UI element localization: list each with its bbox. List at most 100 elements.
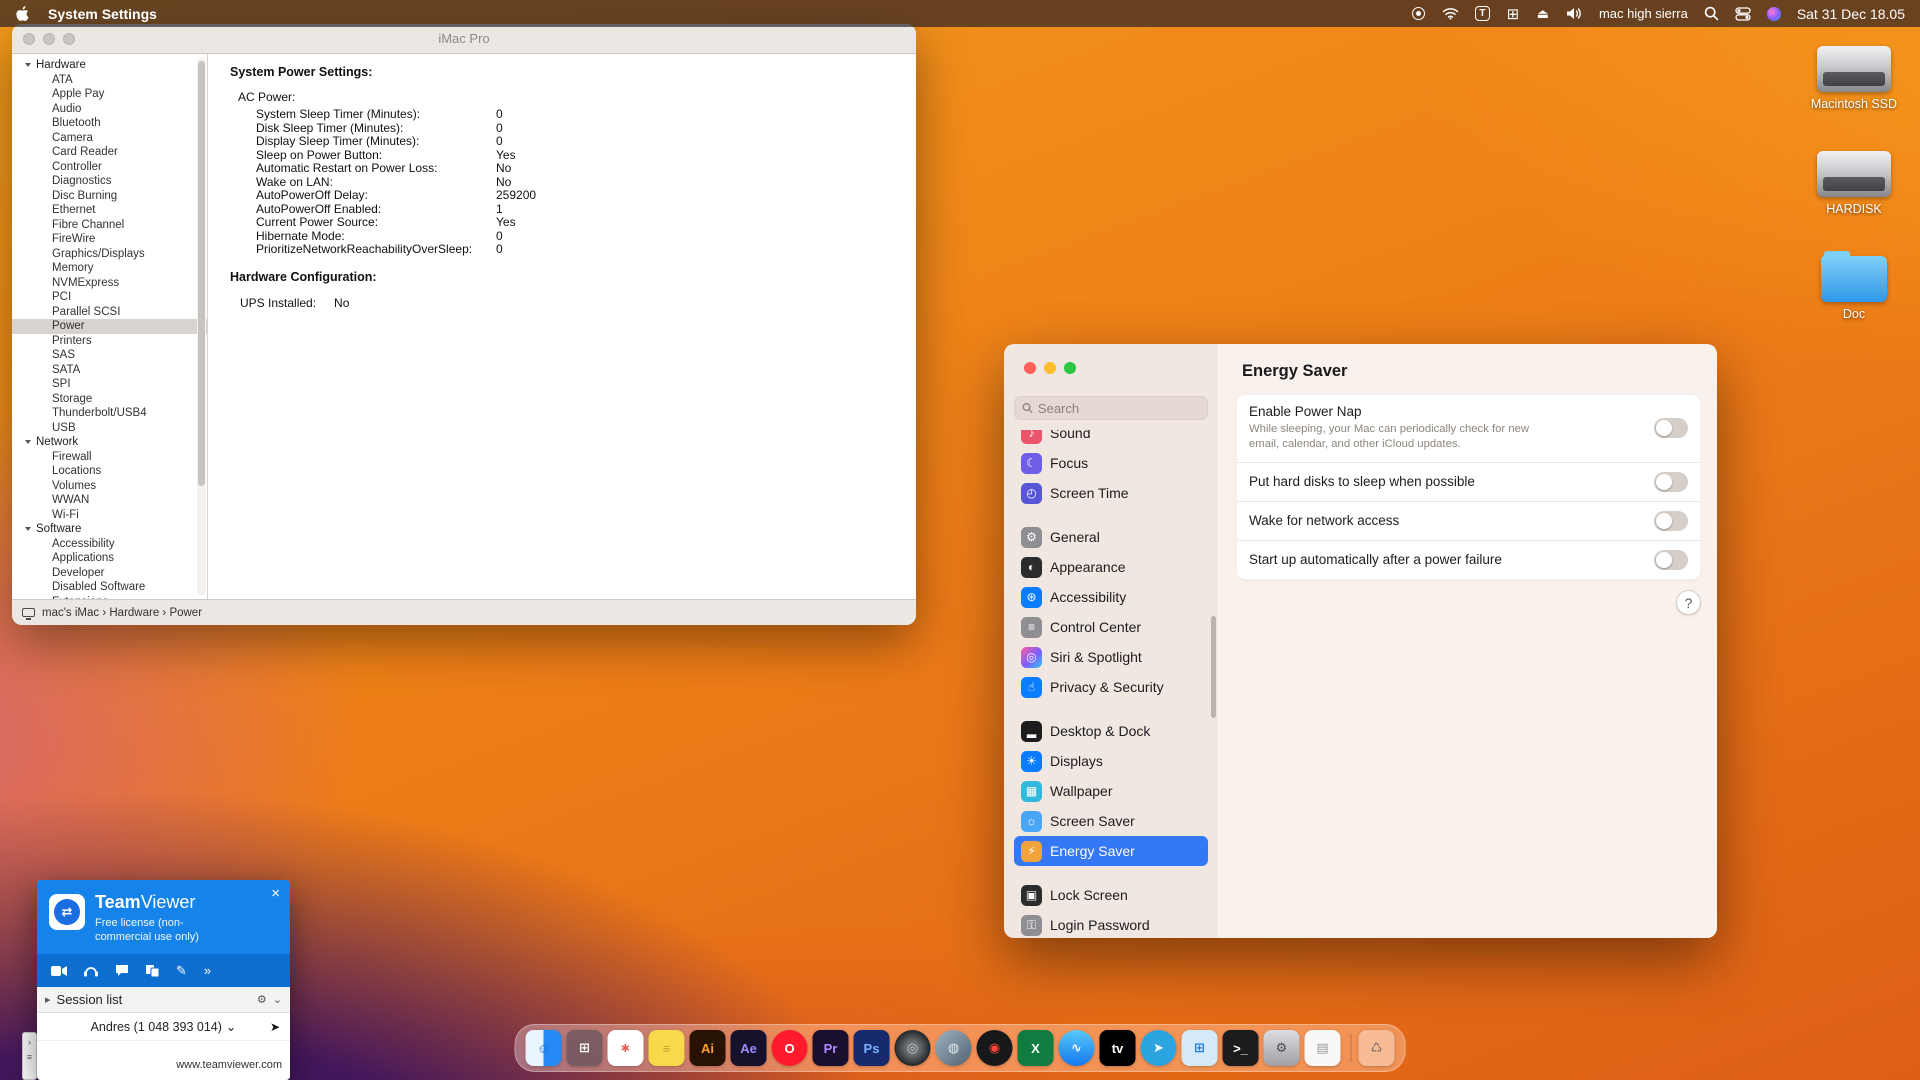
dock-icon[interactable]: >_ (1223, 1030, 1259, 1066)
toggle-switch[interactable] (1654, 550, 1688, 570)
eject-icon[interactable]: ⏏ (1536, 6, 1550, 22)
settings-sidebar-item[interactable]: ◎ Siri & Spotlight (1014, 642, 1208, 672)
dock-icon[interactable]: ➤ (1141, 1030, 1177, 1066)
dock-icon[interactable]: Ai (690, 1030, 726, 1066)
dock-icon[interactable]: ⊞ (567, 1030, 603, 1066)
dock-icon[interactable]: ∗ (608, 1030, 644, 1066)
si-sidebar-row[interactable]: USB (12, 421, 207, 436)
si-sidebar-row[interactable]: ATA (12, 73, 207, 88)
si-sidebar-row[interactable]: Fibre Channel (12, 218, 207, 233)
si-sidebar-row[interactable]: Network (12, 435, 207, 450)
settings-sidebar-item[interactable]: ♪ Sound (1014, 430, 1208, 448)
si-sidebar-row[interactable]: Extensions (12, 595, 207, 600)
expand-icon[interactable]: ▸ (45, 993, 51, 1006)
settings-sidebar-item[interactable]: ☝ Privacy & Security (1014, 672, 1208, 702)
si-sidebar-row[interactable]: PCI (12, 290, 207, 305)
minimize-button[interactable] (1044, 362, 1056, 374)
sidebar-scrollbar[interactable] (1211, 616, 1216, 718)
si-sidebar-row[interactable]: Apple Pay (12, 87, 207, 102)
dock-icon[interactable]: ⚙ (1264, 1030, 1300, 1066)
siri-icon[interactable] (1767, 6, 1781, 22)
settings-sidebar-item[interactable]: ⚿ Login Password (1014, 910, 1208, 938)
si-sidebar-row[interactable]: Controller (12, 160, 207, 175)
wifi-icon[interactable] (1442, 6, 1459, 22)
settings-sidebar-item[interactable]: ≡ Control Center (1014, 612, 1208, 642)
dock-icon[interactable]: X (1018, 1030, 1054, 1066)
toggle-switch[interactable] (1654, 472, 1688, 492)
settings-sidebar-item[interactable]: ▦ Wallpaper (1014, 776, 1208, 806)
si-sidebar-row[interactable]: SAS (12, 348, 207, 363)
website-link[interactable]: www.teamviewer.com (176, 1059, 282, 1071)
si-sidebar-row[interactable]: Hardware (12, 58, 207, 73)
dock-icon[interactable]: O (772, 1030, 808, 1066)
settings-sidebar-item[interactable]: ⚡ Energy Saver (1014, 836, 1208, 866)
si-sidebar-scrollbar[interactable] (197, 58, 206, 595)
zoom-button[interactable] (1064, 362, 1076, 374)
zoom-button[interactable] (63, 33, 75, 45)
grid-icon[interactable]: ⊞ (1506, 6, 1520, 22)
settings-sidebar-item[interactable]: ☀ Displays (1014, 746, 1208, 776)
whiteboard-icon[interactable]: ✎ (176, 963, 187, 979)
dock-icon[interactable]: Ae (731, 1030, 767, 1066)
gear-icon[interactable]: ⚙ (257, 993, 267, 1006)
si-sidebar-row[interactable]: SPI (12, 377, 207, 392)
si-sidebar-row[interactable]: Ethernet (12, 203, 207, 218)
video-call-icon[interactable] (51, 965, 67, 977)
dock-icon[interactable]: Pr (813, 1030, 849, 1066)
si-sidebar-row[interactable]: Disabled Software (12, 580, 207, 595)
si-sidebar-row[interactable]: Power (12, 319, 207, 334)
headset-icon[interactable] (84, 965, 98, 977)
si-sidebar-row[interactable]: NVMExpress (12, 276, 207, 291)
settings-sidebar-item[interactable]: ▂ Desktop & Dock (1014, 716, 1208, 746)
dock-icon[interactable]: ☺ (526, 1030, 562, 1066)
chevron-down-icon[interactable]: ⌄ (273, 993, 282, 1006)
dock-icon[interactable]: ▤ (1305, 1030, 1341, 1066)
si-sidebar-row[interactable]: Memory (12, 261, 207, 276)
disclosure-triangle-icon[interactable] (25, 440, 31, 444)
desktop-icon[interactable]: HARDISK (1817, 151, 1891, 216)
si-sidebar-row[interactable]: Firewall (12, 450, 207, 465)
dock-icon[interactable]: ⊞ (1182, 1030, 1218, 1066)
account-row[interactable]: Andres (1 048 393 014) ⌄ ➤ (37, 1013, 290, 1041)
si-sidebar-row[interactable]: Graphics/Displays (12, 247, 207, 262)
settings-sidebar-item[interactable]: ⊛ Accessibility (1014, 582, 1208, 612)
desktop-icon[interactable]: Macintosh SSD (1811, 46, 1897, 111)
session-list-bar[interactable]: ▸ Session list ⚙ ⌄ (37, 987, 290, 1013)
dock-icon[interactable]: ◉ (977, 1030, 1013, 1066)
settings-sidebar-item[interactable]: ◐ Appearance (1014, 552, 1208, 582)
search-icon[interactable] (1704, 6, 1719, 22)
toggle-switch[interactable] (1654, 511, 1688, 531)
pointer-icon[interactable]: ➤ (270, 1020, 280, 1034)
toggle-switch[interactable] (1654, 418, 1688, 438)
help-button[interactable]: ? (1676, 590, 1701, 615)
si-sidebar-row[interactable]: Storage (12, 392, 207, 407)
dock-icon[interactable]: ≡ (649, 1030, 685, 1066)
teamviewer-header[interactable]: ⇄ TeamViewer Free license (non-commercia… (37, 880, 290, 954)
search-field[interactable] (1014, 396, 1208, 420)
search-input[interactable] (1038, 401, 1200, 416)
dock-icon[interactable]: ♺ (1359, 1030, 1395, 1066)
drag-handle-icon[interactable]: ≡ (27, 1052, 32, 1062)
control-center-icon[interactable] (1735, 6, 1751, 22)
more-actions-icon[interactable]: » (204, 963, 211, 978)
si-titlebar[interactable]: iMac Pro (12, 24, 916, 54)
dock-icon[interactable]: tv (1100, 1030, 1136, 1066)
si-sidebar-row[interactable]: Accessibility (12, 537, 207, 552)
si-sidebar-row[interactable]: Camera (12, 131, 207, 146)
si-sidebar-row[interactable]: Diagnostics (12, 174, 207, 189)
si-sidebar-row[interactable]: Thunderbolt/USB4 (12, 406, 207, 421)
file-transfer-icon[interactable] (146, 965, 159, 977)
volume-icon[interactable] (1566, 6, 1583, 22)
settings-sidebar-item[interactable]: ▣ Lock Screen (1014, 880, 1208, 910)
settings-sidebar-item[interactable]: ⚙ General (1014, 522, 1208, 552)
si-sidebar-row[interactable]: Applications (12, 551, 207, 566)
chevron-right-icon[interactable]: › (28, 1037, 31, 1047)
dock-icon[interactable]: Ps (854, 1030, 890, 1066)
teamviewer-menu-icon[interactable]: T (1475, 6, 1490, 22)
close-button[interactable] (23, 33, 35, 45)
si-sidebar-row[interactable]: Card Reader (12, 145, 207, 160)
apple-menu[interactable] (15, 6, 29, 22)
breadcrumb[interactable]: mac's iMac › Hardware › Power (42, 607, 202, 619)
si-sidebar-row[interactable]: SATA (12, 363, 207, 378)
screen-recording-icon[interactable] (1412, 6, 1426, 22)
